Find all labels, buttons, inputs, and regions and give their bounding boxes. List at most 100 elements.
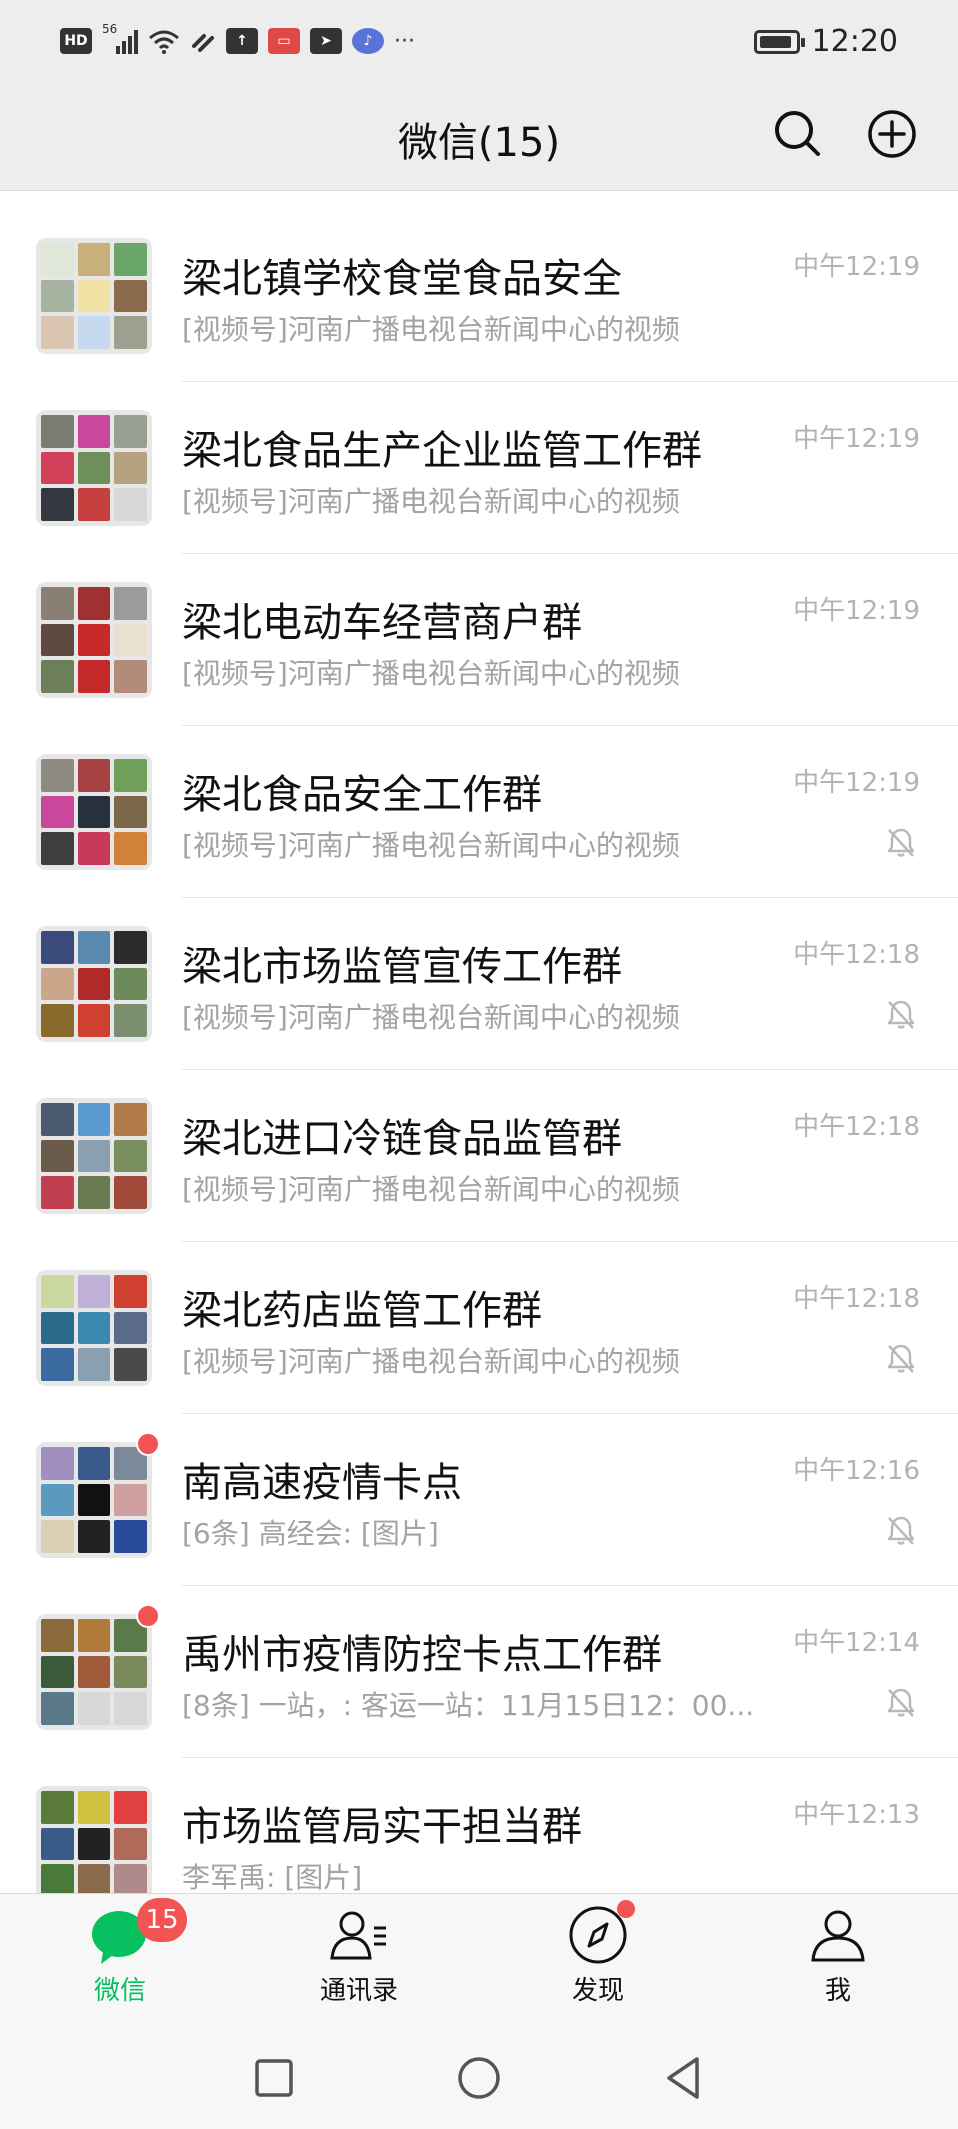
tab-label: 微信 [93,1976,146,2006]
tab-chats[interactable]: 15 微信 [50,1898,190,2007]
chat-preview: [6条] 高经会: [图片] [182,1517,439,1550]
chat-time: 中午12:19 [793,424,920,454]
avatar-tile [114,415,147,448]
plus-circle-icon[interactable] [864,106,920,162]
group-avatar [36,1786,152,1902]
group-avatar [36,582,152,698]
chat-time: 中午12:18 [793,940,920,970]
avatar-tile [77,1275,111,1308]
chat-name: 市场监管局实干担当群 [182,1804,582,1850]
avatar-tile [114,279,147,313]
avatar-tile [77,1692,111,1725]
mute-bell-icon [884,1514,918,1548]
avatar-tile [77,1311,111,1345]
avatar-tile [114,451,147,485]
avatar-tile [114,1139,147,1173]
avatar-tile [77,415,111,448]
person-icon [811,1910,865,1962]
more-notifications-icon: ··· [394,28,415,54]
avatar-tile [77,1447,111,1480]
avatar-tile [41,660,74,693]
home-circle-icon[interactable] [454,2053,504,2103]
avatar-tile [41,1791,74,1824]
avatar-tile [114,1692,147,1725]
avatar-tile [77,451,111,485]
group-avatar [36,410,152,526]
avatar-tile [41,1176,74,1209]
avatar-tile [114,759,147,792]
unread-dot [136,1432,160,1456]
avatar-tile [41,587,74,620]
avatar-tile [77,623,111,657]
avatar-tile [77,1791,111,1824]
avatar-tile [41,623,74,657]
avatar-tile [41,1275,74,1308]
chat-list-item[interactable]: 梁北药店监管工作群 [视频号]河南广播电视台新闻中心的视频 中午12:18 [0,1242,958,1414]
tab-me[interactable]: 我 [768,1904,908,2007]
search-icon[interactable] [770,106,826,162]
send-app-icon: ➤ [310,28,342,54]
avatar-tile [77,1004,111,1037]
group-avatar [36,238,152,354]
avatar-tile [114,1348,147,1381]
avatar-tile [77,488,111,521]
avatar-tile [41,1447,74,1480]
chat-time: 中午12:18 [793,1112,920,1142]
chat-list-item[interactable]: 禹州市疫情防控卡点工作群 [8条] 一站，: 客运一站：11月15日12：00..… [0,1586,958,1758]
chat-preview: [8条] 一站，: 客运一站：11月15日12：00... [182,1689,755,1722]
group-avatar [36,1604,160,1730]
chat-list-item[interactable]: 梁北进口冷链食品监管群 [视频号]河南广播电视台新闻中心的视频 中午12:18 [0,1070,958,1242]
avatar-tile [114,1791,147,1824]
chat-time: 中午12:19 [793,596,920,626]
chat-list-item[interactable]: 梁北电动车经营商户群 [视频号]河南广播电视台新闻中心的视频 中午12:19 [0,554,958,726]
link-icon [192,34,214,52]
chat-preview: [视频号]河南广播电视台新闻中心的视频 [182,1001,680,1034]
avatar-tile [114,1520,147,1553]
avatar-tile [77,1520,111,1553]
chat-name: 梁北食品安全工作群 [182,772,542,818]
avatar-tile [114,488,147,521]
tab-label: 我 [824,1976,851,2006]
avatar-tile [41,1311,74,1345]
chat-preview: 李军禹: [图片] [182,1861,363,1894]
chat-list-item[interactable]: 梁北食品安全工作群 [视频号]河南广播电视台新闻中心的视频 中午12:19 [0,726,958,898]
chat-name: 梁北进口冷链食品监管群 [182,1116,622,1162]
system-nav-bar [0,2027,958,2129]
status-time: 12:20 [811,24,898,59]
avatar-tile [77,759,111,792]
chat-list-item[interactable]: 梁北市场监管宣传工作群 [视频号]河南广播电视台新闻中心的视频 中午12:18 [0,898,958,1070]
chat-list: 梁北镇学校食堂食品安全 [视频号]河南广播电视台新闻中心的视频 中午12:19 梁北食… [0,210,958,1930]
avatar-tile [41,243,74,276]
avatar-tile [114,795,147,829]
avatar-tile [77,1619,111,1652]
avatar-tile [41,795,74,829]
chat-list-item[interactable]: 南高速疫情卡点 [6条] 高经会: [图片] 中午12:16 [0,1414,958,1586]
avatar-tile [77,279,111,313]
app-header: 微信(15) [0,92,958,191]
avatar-tile [77,832,111,865]
tab-discover[interactable]: 发现 [528,1900,668,2007]
avatar-tile [41,1619,74,1652]
avatar-tile [41,451,74,485]
chat-name: 南高速疫情卡点 [182,1460,462,1506]
avatar-tile [41,1483,74,1517]
red-app-icon: ▭ [268,28,300,54]
avatar-tile [114,1275,147,1308]
avatar-tile [77,587,111,620]
avatar-tile [41,1655,74,1689]
mute-bell-icon [884,1686,918,1720]
avatar-tile [41,759,74,792]
avatar-tile [77,1348,111,1381]
avatar-tile [77,1103,111,1136]
new-activity-dot [617,1900,635,1918]
tab-label: 通讯录 [319,1976,398,2006]
chat-name: 梁北食品生产企业监管工作群 [182,428,702,474]
recents-square-icon[interactable] [249,2053,299,2103]
chat-preview: [视频号]河南广播电视台新闻中心的视频 [182,657,680,690]
chat-list-item[interactable]: 梁北镇学校食堂食品安全 [视频号]河南广播电视台新闻中心的视频 中午12:19 [0,210,958,382]
chat-list-item[interactable]: 梁北食品生产企业监管工作群 [视频号]河南广播电视台新闻中心的视频 中午12:19 [0,382,958,554]
tab-contacts[interactable]: 通讯录 [289,1904,429,2007]
avatar-tile [41,1139,74,1173]
back-triangle-icon[interactable] [659,2053,709,2103]
group-avatar [36,1432,160,1558]
